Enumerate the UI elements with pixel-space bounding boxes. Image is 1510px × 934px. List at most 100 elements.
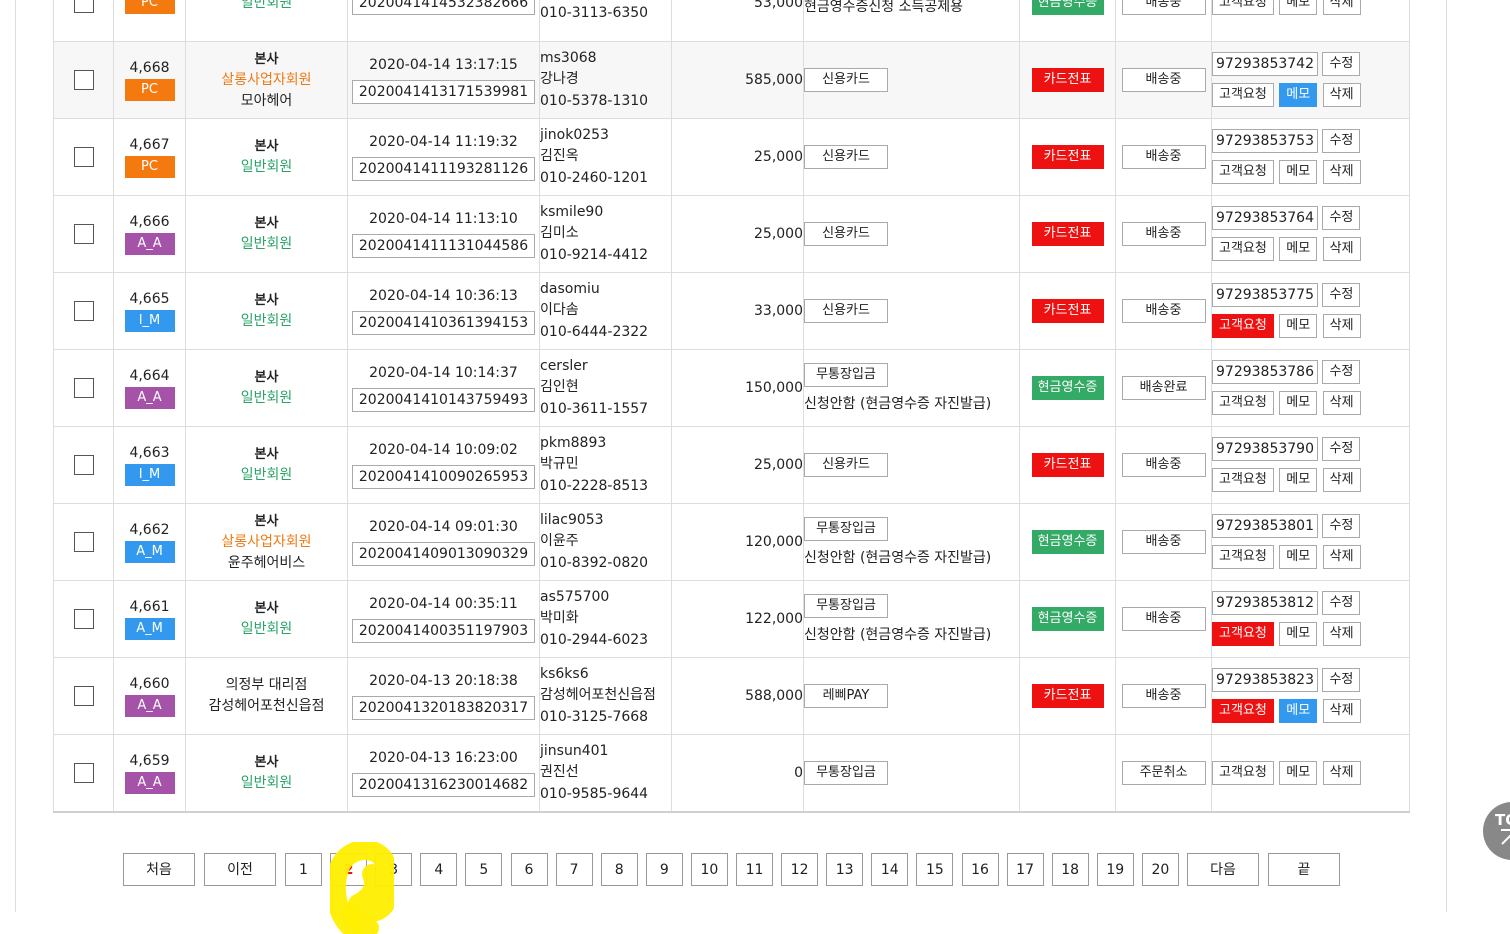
tracking-number-input[interactable]: 97293853764 [1212, 206, 1318, 230]
row-checkbox[interactable] [73, 609, 94, 629]
delete-button[interactable]: 삭제 [1322, 160, 1361, 184]
page-15-button[interactable]: 15 [916, 853, 954, 886]
page-19-button[interactable]: 19 [1096, 853, 1134, 886]
tracking-number-input[interactable]: 97293853823 [1212, 668, 1318, 692]
delete-button[interactable]: 삭제 [1322, 237, 1361, 261]
delete-button[interactable]: 삭제 [1322, 622, 1361, 646]
prev-page-button[interactable]: 이전 [204, 853, 276, 886]
memo-button[interactable]: 메모 [1279, 699, 1318, 723]
tracking-number-input[interactable]: 97293853790 [1212, 437, 1318, 461]
order-id-link[interactable]: 2020041316230014682 [351, 773, 536, 797]
shipping-status-select[interactable]: 배송중 [1121, 68, 1206, 92]
receipt-button[interactable]: 카드전표 [1031, 453, 1104, 477]
row-checkbox[interactable] [73, 224, 94, 244]
page-3-button[interactable]: 3 [375, 853, 413, 886]
customer-request-button[interactable]: 고객요청 [1212, 545, 1274, 569]
delete-button[interactable]: 삭제 [1322, 699, 1361, 723]
row-checkbox[interactable] [73, 686, 94, 706]
tracking-number-input[interactable]: 97293853753 [1212, 129, 1318, 153]
memo-button[interactable]: 메모 [1279, 83, 1318, 107]
customer-request-button[interactable]: 고객요청 [1212, 468, 1274, 492]
customer-request-button[interactable]: 고객요청 [1212, 83, 1274, 107]
customer-request-button[interactable]: 고객요청 [1212, 0, 1274, 15]
page-5-button[interactable]: 5 [465, 853, 503, 886]
delete-button[interactable]: 삭제 [1322, 314, 1361, 338]
customer-request-button[interactable]: 고객요청 [1212, 237, 1274, 261]
receipt-button[interactable]: 카드전표 [1031, 684, 1104, 708]
row-checkbox[interactable] [73, 378, 94, 398]
row-checkbox[interactable] [73, 532, 94, 552]
shipping-status-select[interactable]: 배송중 [1121, 299, 1206, 323]
shipping-status-select[interactable]: 배송중 [1121, 684, 1206, 708]
shipping-status-select[interactable]: 배송중 [1121, 530, 1206, 554]
order-id-link[interactable]: 2020041414532382666 [351, 0, 536, 15]
row-checkbox[interactable] [73, 455, 94, 475]
scroll-to-top-button[interactable]: TOP [1483, 802, 1510, 860]
page-1-button[interactable]: 1 [285, 853, 322, 886]
page-20-button[interactable]: 20 [1141, 853, 1179, 886]
shipping-status-select[interactable]: 배송중 [1121, 607, 1206, 631]
first-page-button[interactable]: 처음 [123, 853, 195, 886]
customer-request-button[interactable]: 고객요청 [1212, 160, 1274, 184]
edit-tracking-button[interactable]: 수정 [1322, 514, 1361, 538]
shipping-status-select[interactable]: 배송중 [1121, 145, 1206, 169]
order-id-link[interactable]: 2020041400351197903 [351, 619, 536, 643]
shipping-status-select[interactable]: 배송중 [1121, 453, 1206, 477]
order-id-link[interactable]: 2020041409013090329 [351, 542, 536, 566]
memo-button[interactable]: 메모 [1279, 391, 1318, 415]
order-id-link[interactable]: 2020041413171539981 [351, 80, 536, 104]
row-checkbox[interactable] [73, 0, 94, 13]
page-6-button[interactable]: 6 [510, 853, 548, 886]
page-16-button[interactable]: 16 [961, 853, 999, 886]
shipping-status-select[interactable]: 주문취소 [1121, 761, 1206, 785]
delete-button[interactable]: 삭제 [1322, 468, 1361, 492]
order-id-link[interactable]: 2020041411131044586 [351, 234, 536, 258]
next-page-button[interactable]: 다음 [1187, 853, 1259, 886]
delete-button[interactable]: 삭제 [1322, 391, 1361, 415]
memo-button[interactable]: 메모 [1279, 160, 1318, 184]
row-checkbox[interactable] [73, 147, 94, 167]
memo-button[interactable]: 메모 [1279, 0, 1318, 15]
receipt-button[interactable]: 현금영수증 [1031, 0, 1104, 15]
receipt-button[interactable]: 카드전표 [1031, 299, 1104, 323]
tracking-number-input[interactable]: 97293853775 [1212, 283, 1318, 307]
memo-button[interactable]: 메모 [1279, 545, 1318, 569]
shipping-status-select[interactable]: 배송중 [1121, 222, 1206, 246]
page-12-button[interactable]: 12 [781, 853, 819, 886]
memo-button[interactable]: 메모 [1279, 237, 1318, 261]
memo-button[interactable]: 메모 [1279, 760, 1318, 785]
page-11-button[interactable]: 11 [736, 853, 773, 886]
delete-button[interactable]: 삭제 [1322, 0, 1361, 15]
customer-request-button[interactable]: 고객요청 [1212, 699, 1274, 723]
receipt-button[interactable]: 현금영수증 [1031, 607, 1104, 631]
receipt-button[interactable]: 현금영수증 [1031, 376, 1104, 400]
row-checkbox[interactable] [73, 301, 94, 321]
page-17-button[interactable]: 17 [1006, 853, 1044, 886]
order-id-link[interactable]: 2020041320183820317 [351, 696, 536, 720]
delete-button[interactable]: 삭제 [1322, 545, 1361, 569]
shipping-status-select[interactable]: 배송중 [1121, 0, 1206, 15]
customer-request-button[interactable]: 고객요청 [1212, 391, 1274, 415]
order-id-link[interactable]: 2020041410143759493 [351, 388, 536, 412]
delete-button[interactable]: 삭제 [1322, 83, 1361, 107]
page-2-button[interactable]: 2 [330, 853, 368, 886]
memo-button[interactable]: 메모 [1279, 314, 1318, 338]
receipt-button[interactable]: 카드전표 [1031, 145, 1104, 169]
edit-tracking-button[interactable]: 수정 [1322, 360, 1361, 384]
receipt-button[interactable]: 카드전표 [1031, 68, 1104, 92]
customer-request-button[interactable]: 고객요청 [1212, 622, 1274, 646]
memo-button[interactable]: 메모 [1279, 622, 1318, 646]
edit-tracking-button[interactable]: 수정 [1322, 206, 1361, 230]
page-14-button[interactable]: 14 [871, 853, 909, 886]
page-4-button[interactable]: 4 [420, 853, 458, 886]
edit-tracking-button[interactable]: 수정 [1322, 283, 1361, 307]
page-18-button[interactable]: 18 [1051, 853, 1089, 886]
tracking-number-input[interactable]: 97293853742 [1212, 52, 1318, 76]
page-8-button[interactable]: 8 [600, 853, 638, 886]
last-page-button[interactable]: 끝 [1268, 853, 1340, 886]
delete-button[interactable]: 삭제 [1322, 760, 1361, 785]
tracking-number-input[interactable]: 97293853786 [1212, 360, 1318, 384]
tracking-number-input[interactable]: 97293853801 [1212, 514, 1318, 538]
customer-request-button[interactable]: 고객요청 [1212, 760, 1274, 785]
customer-request-button[interactable]: 고객요청 [1212, 314, 1274, 338]
